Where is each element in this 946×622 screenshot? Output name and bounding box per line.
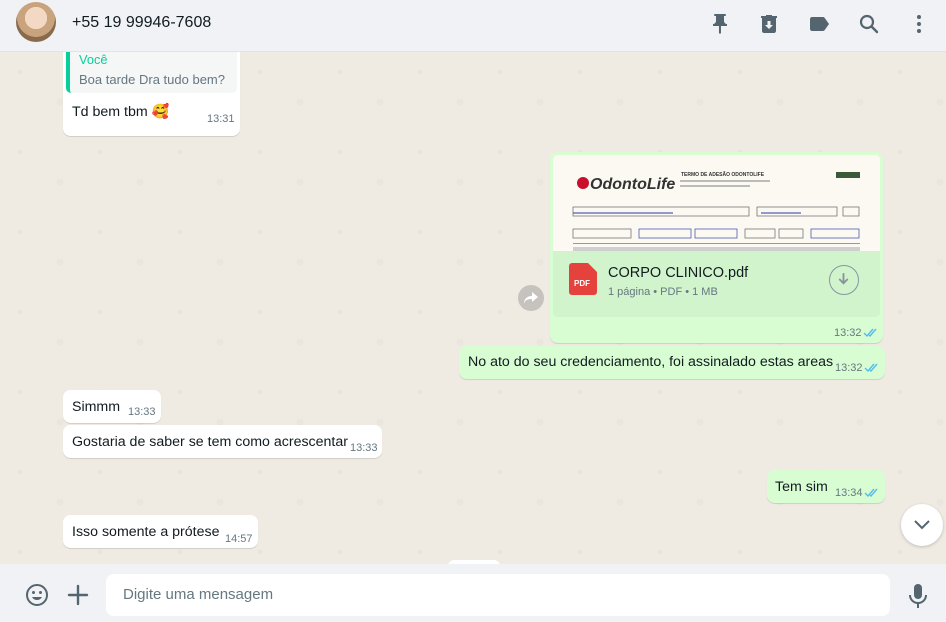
message-text: Isso somente a prótese [72,524,220,540]
svg-text:PDF: PDF [574,279,590,288]
message-bubble-outgoing[interactable]: No ato do seu credenciamento, foi assina… [459,346,885,379]
message-bubble-outgoing-document[interactable]: OdontoLife TERMO DE ADESÃO ODONTOLIFE PD… [550,152,883,343]
message-time: 13:33 [128,406,156,418]
message-time: 13:34 [835,487,863,499]
read-ticks-icon [864,363,878,373]
read-ticks-icon [863,328,877,338]
message-text: No ato do seu credenciamento, foi assina… [468,354,834,370]
quoted-message[interactable]: Você Boa tarde Dra tudo bem? [66,52,237,93]
message-text: Tem sim [775,479,828,495]
attach-plus-icon[interactable] [67,584,89,606]
pdf-file-icon: PDF [569,263,597,295]
contact-avatar[interactable] [16,2,56,42]
message-composer: Digite uma mensagem [0,564,946,622]
microphone-icon[interactable] [908,583,928,609]
scroll-to-bottom-button[interactable] [901,504,943,546]
menu-icon[interactable] [907,12,931,36]
message-time: 14:57 [225,533,253,545]
preview-heading: TERMO DE ADESÃO ODONTOLIFE [681,171,765,178]
message-time: 13:33 [350,442,378,454]
document-file-name: CORPO CLINICO.pdf [608,265,749,281]
message-time: 13:32 [834,327,862,339]
message-text: Gostaria de saber se tem como acrescenta… [72,434,348,450]
document-preview-image: OdontoLife TERMO DE ADESÃO ODONTOLIFE [553,155,880,251]
message-text: Simmm [72,399,121,415]
message-bubble-incoming[interactable]: Gostaria de saber se tem como acrescenta… [63,425,382,458]
message-text: Td bem tbm 🥰 [72,104,170,120]
search-icon[interactable] [857,12,881,36]
chat-header: +55 19 99946-7608 [0,0,946,52]
message-input[interactable]: Digite uma mensagem [106,574,890,616]
contact-name[interactable]: +55 19 99946-7608 [72,14,211,32]
document-preview[interactable]: OdontoLife TERMO DE ADESÃO ODONTOLIFE [553,155,880,251]
document-file-meta: 1 página • PDF • 1 MB [608,286,718,298]
document-file-row[interactable]: PDF CORPO CLINICO.pdf 1 página • PDF • 1… [553,251,880,317]
message-bubble-incoming[interactable]: Você Boa tarde Dra tudo bem? Td bem tbm … [63,52,240,136]
chat-area[interactable]: Você Boa tarde Dra tudo bem? Td bem tbm … [0,52,946,564]
message-bubble-incoming[interactable]: Simmm 13:33 [63,390,161,423]
read-ticks-icon [864,488,878,498]
message-time: 13:32 [835,362,863,374]
forward-icon [524,292,538,304]
quoted-text: Boa tarde Dra tudo bem? [79,72,225,87]
message-bubble-incoming[interactable]: Isso somente a prótese 14:57 [63,515,258,548]
message-bubble-outgoing[interactable]: Tem sim 13:34 [767,470,885,503]
forward-button[interactable] [518,285,544,311]
archive-icon[interactable] [757,12,781,36]
label-icon[interactable] [807,12,831,36]
pin-icon[interactable] [708,12,732,36]
preview-brand-logo: OdontoLife [590,176,675,193]
message-time: 13:31 [207,113,235,125]
chevron-down-icon [914,520,930,530]
download-button[interactable] [829,265,859,295]
quoted-author: Você [79,52,108,67]
download-icon [838,272,849,285]
emoji-icon[interactable] [25,583,49,607]
